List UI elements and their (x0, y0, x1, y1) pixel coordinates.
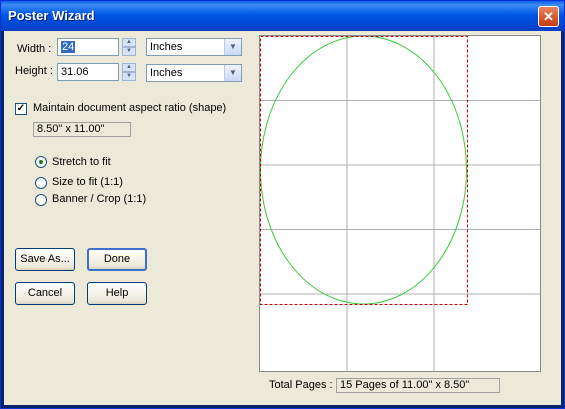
width-spinner[interactable]: ▲ ▼ (122, 38, 136, 56)
help-button[interactable]: Help (87, 282, 147, 305)
close-icon: ✕ (543, 9, 554, 24)
width-value: 24 (61, 41, 76, 53)
title-bar[interactable]: Poster Wizard ✕ (1, 1, 564, 31)
cancel-button[interactable]: Cancel (15, 282, 75, 305)
total-pages-display: 15 Pages of 11.00" x 8.50" (336, 378, 500, 393)
document-size-value: 8.50" x 11.00" (37, 123, 105, 135)
dialog-client-area: Width : 24 ▲ ▼ Inches ▼ Height : 31.06 ▲ ▼… (4, 31, 561, 405)
poster-wizard-dialog: Poster Wizard ✕ Width : 24 ▲ ▼ Inches ▼ H… (0, 0, 565, 409)
size-to-fit-label[interactable]: Size to fit (1:1) (52, 176, 123, 188)
total-pages-value: 15 Pages of 11.00" x 8.50" (340, 379, 470, 391)
banner-crop-label[interactable]: Banner / Crop (1:1) (52, 193, 146, 205)
spin-up-icon[interactable]: ▲ (122, 38, 136, 47)
size-to-fit-radio[interactable] (35, 177, 47, 189)
poster-preview (259, 35, 541, 372)
banner-crop-radio[interactable] (35, 194, 47, 206)
spin-up-icon[interactable]: ▲ (122, 63, 136, 72)
stretch-to-fit-label[interactable]: Stretch to fit (52, 156, 111, 168)
total-pages-label: Total Pages : (269, 379, 333, 391)
height-label: Height : (15, 65, 53, 77)
close-button[interactable]: ✕ (538, 6, 559, 27)
aspect-ratio-checkbox[interactable]: ✓ (15, 103, 27, 115)
window-title: Poster Wizard (8, 8, 95, 23)
aspect-ratio-label[interactable]: Maintain document aspect ratio (shape) (33, 102, 226, 114)
height-spinner[interactable]: ▲ ▼ (122, 63, 136, 81)
spin-down-icon[interactable]: ▼ (122, 72, 136, 81)
height-input[interactable]: 31.06 (57, 63, 119, 81)
chevron-down-icon[interactable]: ▼ (224, 39, 241, 55)
radio-selected-dot (39, 160, 43, 164)
height-unit-select[interactable]: Inches ▼ (146, 64, 242, 82)
height-unit-value: Inches (150, 67, 183, 79)
stretch-to-fit-radio[interactable] (35, 156, 47, 168)
width-unit-value: Inches (150, 41, 183, 53)
width-input[interactable]: 24 (57, 38, 119, 56)
document-shape-ellipse (260, 35, 467, 305)
width-unit-select[interactable]: Inches ▼ (146, 38, 242, 56)
width-label: Width : (17, 43, 52, 55)
document-size-display: 8.50" x 11.00" (33, 122, 131, 137)
preview-canvas (260, 35, 540, 371)
done-button[interactable]: Done (87, 248, 147, 271)
height-value: 31.06 (61, 66, 89, 78)
chevron-down-icon[interactable]: ▼ (224, 65, 241, 81)
spin-down-icon[interactable]: ▼ (122, 47, 136, 56)
save-as-button[interactable]: Save As... (15, 248, 75, 271)
